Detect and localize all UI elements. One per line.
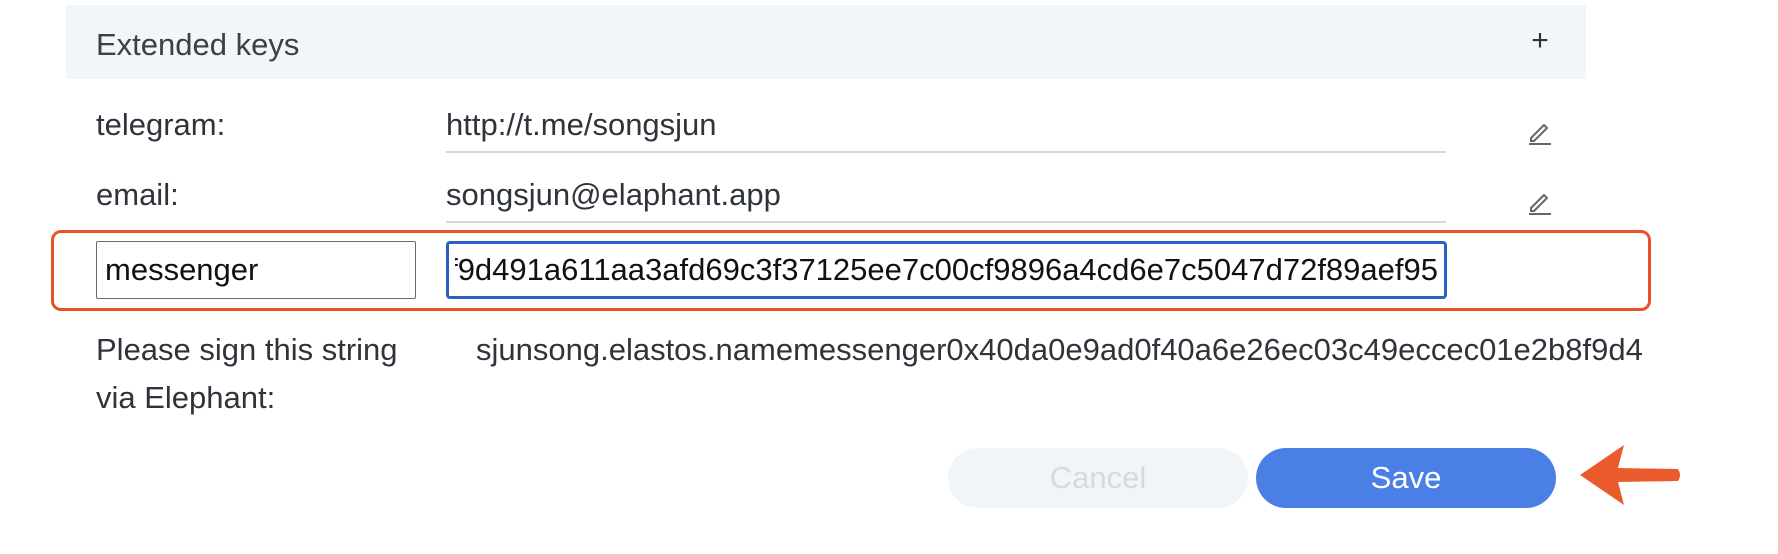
pointer-arrow-icon xyxy=(1580,445,1680,505)
telegram-label: telegram: xyxy=(96,107,226,142)
telegram-value: http://t.me/songsjun xyxy=(446,107,1446,153)
sign-instruction-label: Please sign this string via Elephant: xyxy=(96,332,398,415)
edit-telegram-icon[interactable] xyxy=(1526,118,1554,146)
add-key-button[interactable]: + xyxy=(1522,23,1558,59)
save-button[interactable]: Save xyxy=(1256,448,1556,508)
edit-email-icon[interactable] xyxy=(1526,188,1554,216)
cancel-button[interactable]: Cancel xyxy=(948,448,1248,508)
sign-string-value: sjunsong.elastos.namemessenger0x40da0e9a… xyxy=(476,332,1643,367)
new-key-input[interactable] xyxy=(96,241,416,299)
email-label: email: xyxy=(96,177,179,212)
email-value: songsjun@elaphant.app xyxy=(446,177,1446,223)
extended-keys-header: Extended keys + xyxy=(66,5,1586,79)
section-title: Extended keys xyxy=(96,27,300,62)
new-value-input[interactable] xyxy=(446,241,1447,299)
